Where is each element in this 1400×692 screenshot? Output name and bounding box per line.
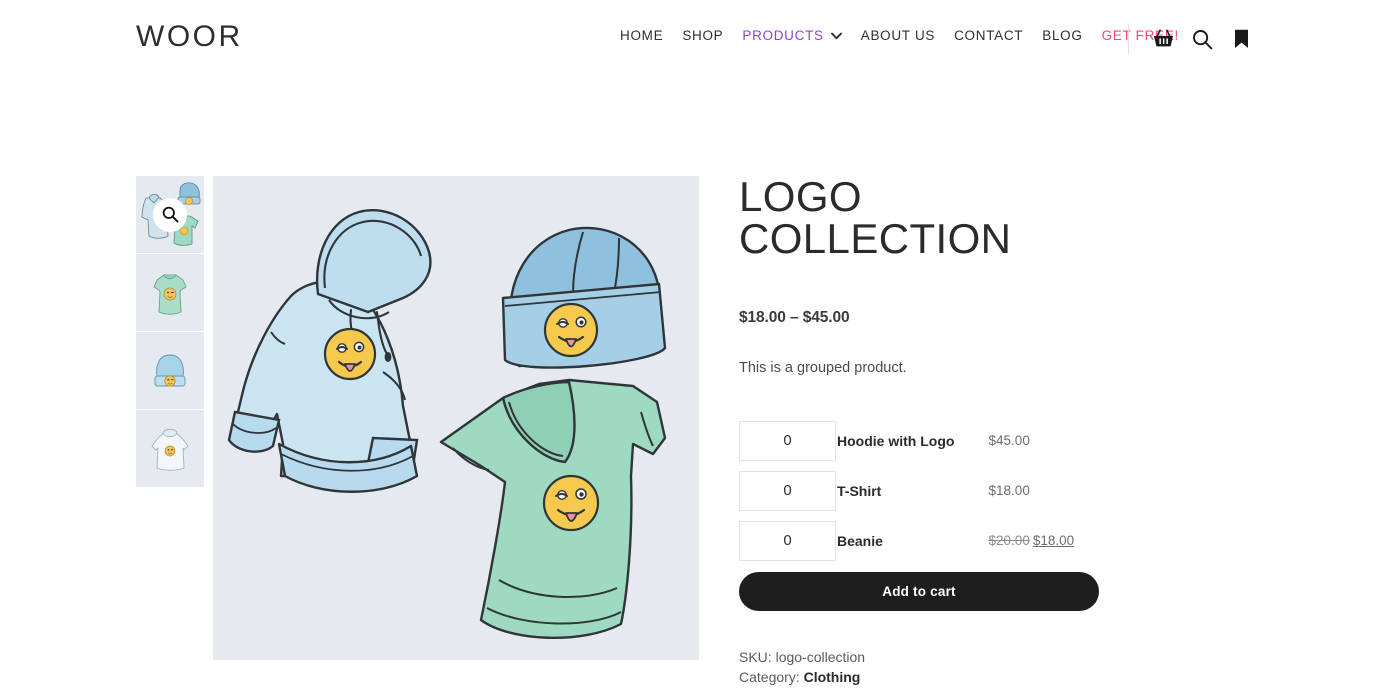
nav-item-home[interactable]: HOME bbox=[620, 28, 663, 43]
item-price-beanie: $20.00 $18.00 bbox=[989, 516, 1099, 566]
nav-item-blog[interactable]: BLOG bbox=[1042, 28, 1082, 43]
item-regular-price-beanie: $20.00 bbox=[988, 533, 1030, 549]
product-price-range: $18.00 – $45.00 bbox=[739, 309, 850, 326]
quantity-input-tshirt[interactable] bbox=[739, 470, 836, 511]
product-main-image[interactable] bbox=[213, 176, 699, 660]
item-name-beanie[interactable]: Beanie bbox=[837, 516, 989, 566]
quantity-input-beanie[interactable] bbox=[739, 520, 836, 561]
table-row: Beanie $20.00$18.00 bbox=[739, 516, 1099, 566]
thumbnail-image-tshirt bbox=[136, 254, 204, 331]
quantity-cell bbox=[739, 466, 837, 516]
item-name-hoodie[interactable]: Hoodie with Logo bbox=[837, 416, 989, 466]
item-price-tshirt: $18.00 bbox=[988, 483, 1030, 499]
thumbnail-item[interactable] bbox=[136, 332, 204, 409]
sku-label: SKU: bbox=[739, 648, 772, 665]
bookmark-icon[interactable] bbox=[1230, 28, 1252, 50]
basket-icon[interactable] bbox=[1152, 28, 1174, 50]
add-to-cart-button[interactable]: Add to cart bbox=[739, 571, 1099, 611]
quantity-cell bbox=[739, 516, 837, 566]
search-icon[interactable] bbox=[1191, 28, 1213, 50]
zoom-magnifier-icon[interactable] bbox=[153, 197, 187, 232]
product-summary: LOGO COLLECTION $18.00 – $45.00 This is … bbox=[739, 176, 1139, 687]
table-row: Hoodie with Logo $45.00 bbox=[739, 416, 1099, 466]
site-header: WOOR HOME SHOP PRODUCTS ABOUT US CONTACT… bbox=[0, 0, 1400, 78]
thumbnail-item[interactable] bbox=[136, 410, 204, 487]
item-name-tshirt[interactable]: T-Shirt bbox=[837, 466, 989, 516]
site-logo[interactable]: WOOR bbox=[136, 22, 243, 52]
nav-item-contact[interactable]: CONTACT bbox=[954, 28, 1023, 43]
header-tools bbox=[1128, 22, 1252, 56]
quantity-cell bbox=[739, 416, 837, 466]
thumbnail-image-beanie bbox=[136, 332, 204, 409]
product-sku: SKU: logo-collection bbox=[739, 647, 1139, 667]
thumbnail-item[interactable] bbox=[136, 176, 204, 253]
product-thumbnail-gallery bbox=[136, 176, 204, 487]
header-divider bbox=[1128, 24, 1129, 54]
product-illustration bbox=[213, 176, 699, 660]
product-meta: SKU: logo-collection Category: Clothing bbox=[739, 647, 1139, 688]
quantity-input-hoodie[interactable] bbox=[739, 420, 836, 461]
item-sale-price-beanie: $18.00 bbox=[1032, 533, 1075, 549]
category-label: Category: bbox=[739, 669, 800, 686]
category-value-link[interactable]: Clothing bbox=[804, 669, 861, 685]
product-category: Category: Clothing bbox=[739, 667, 1139, 687]
thumbnail-item[interactable] bbox=[136, 254, 204, 331]
grouped-product-table: Hoodie with Logo $45.00 T-Shirt $18.00 B… bbox=[739, 416, 1099, 566]
chevron-down-icon[interactable] bbox=[830, 32, 842, 40]
main-navigation: HOME SHOP PRODUCTS ABOUT US CONTACT BLOG… bbox=[620, 28, 1198, 43]
thumbnail-image-hoodie bbox=[136, 410, 204, 487]
table-row: T-Shirt $18.00 bbox=[739, 466, 1099, 516]
nav-item-shop[interactable]: SHOP bbox=[682, 28, 723, 43]
product-title: LOGO COLLECTION bbox=[739, 173, 1012, 262]
sku-value: logo-collection bbox=[775, 648, 866, 665]
nav-item-about-us[interactable]: ABOUT US bbox=[861, 28, 935, 43]
product-short-description: This is a grouped product. bbox=[739, 360, 907, 376]
item-price-hoodie: $45.00 bbox=[988, 433, 1030, 449]
nav-item-products[interactable]: PRODUCTS bbox=[742, 28, 823, 43]
